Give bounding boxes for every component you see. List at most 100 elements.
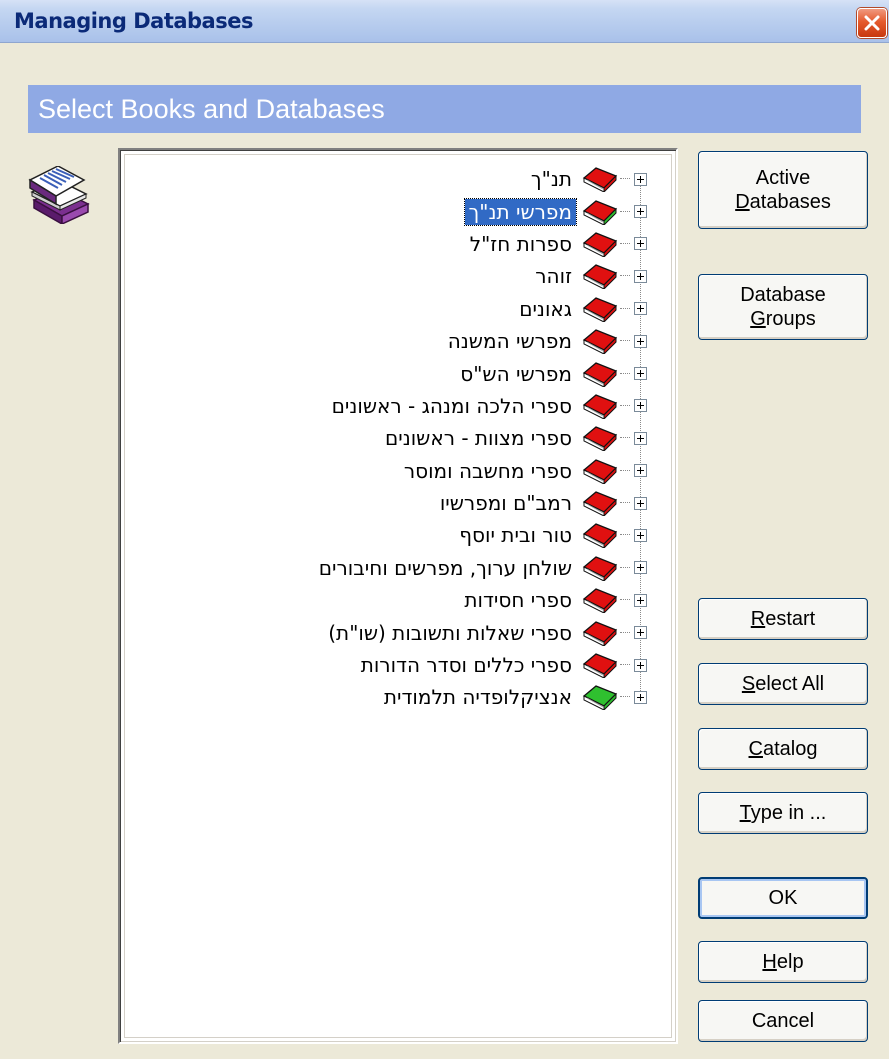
tree-item[interactable]: ספרי מחשבה ומוסר <box>315 455 647 487</box>
expand-plus-icon[interactable] <box>634 593 647 607</box>
tree-item[interactable]: ספרי הלכה ומנהג - ראשונים <box>315 390 647 422</box>
tree-item[interactable]: מפרשי תנ"ך <box>315 195 647 227</box>
tree-item-label: ספרות חז"ל <box>469 231 572 256</box>
database-groups-button[interactable]: Database Groups <box>698 274 868 340</box>
tree-item[interactable]: תנ"ך <box>315 163 647 195</box>
ok-label: OK <box>768 887 798 909</box>
active-databases-button[interactable]: Active Databases <box>698 151 868 229</box>
tree-item-label: ספרי מצוות - ראשונים <box>384 426 572 451</box>
tree-connector <box>620 534 630 536</box>
tree-connector <box>620 275 630 277</box>
expand-plus-icon[interactable] <box>634 464 647 478</box>
tree-connector <box>620 242 630 245</box>
cancel-button[interactable]: Cancel <box>698 1000 868 1042</box>
tree-item[interactable]: גאונים <box>315 293 647 325</box>
tree-item-label: אנציקלופדיה תלמודית <box>383 685 572 710</box>
tree-item[interactable]: ספרות חז"ל <box>315 228 647 260</box>
select-all-button[interactable]: Select All <box>698 663 868 705</box>
tree-item-label: ספרי כללים וסדר הדורות <box>360 653 572 678</box>
tree-connector <box>620 566 630 569</box>
type-in-button[interactable]: Type in ... <box>698 792 868 834</box>
databases-tree[interactable]: תנ"ך מפרשי תנ"ך ספרות חז"ל זוהר גאונים מפרשי … <box>118 148 678 1044</box>
select-all-label: Select All <box>741 673 825 695</box>
tree-item-label: גאונים <box>519 296 572 321</box>
expand-plus-icon[interactable] <box>634 528 647 542</box>
tree-connector <box>620 664 630 666</box>
book-red-icon <box>582 361 618 388</box>
tree-item[interactable]: זוהר <box>315 260 647 292</box>
tree-item-label: מפרשי המשנה <box>447 329 572 354</box>
tree-item[interactable]: מפרשי הש"ס <box>315 357 647 389</box>
section-header: Select Books and Databases <box>28 85 861 133</box>
tree-item[interactable]: שולחן ערוך, מפרשים וחיבורים <box>315 552 647 584</box>
book-red-icon <box>582 425 618 453</box>
book-red-icon <box>582 652 618 680</box>
tree-item-label: מפרשי תנ"ך <box>463 197 578 226</box>
expand-plus-icon[interactable] <box>634 269 647 283</box>
close-button[interactable] <box>857 8 887 38</box>
book-red-icon <box>582 620 618 647</box>
catalog-label: Catalog <box>748 738 818 760</box>
tree-connector <box>620 469 630 472</box>
tree-connector <box>620 372 630 375</box>
book-red-icon <box>582 555 618 583</box>
book-red-icon <box>582 393 618 421</box>
tree-item[interactable]: ספרי כללים וסדר הדורות <box>315 649 647 681</box>
tree-item[interactable]: אנציקלופדיה תלמודית <box>315 681 647 713</box>
tree-item-label: ספרי הלכה ומנהג - ראשונים <box>331 393 572 418</box>
tree-item-label: זוהר <box>535 264 572 289</box>
tree-connector <box>620 502 630 504</box>
book-red-icon <box>582 231 618 259</box>
book-red-icon <box>582 263 618 291</box>
window-title: Managing Databases <box>14 9 253 33</box>
expand-plus-icon[interactable] <box>634 334 647 348</box>
tree-connector <box>620 599 630 601</box>
book-red-icon <box>582 490 618 518</box>
tree-connector <box>620 210 630 213</box>
tree-item[interactable]: ספרי מצוות - ראשונים <box>315 422 647 454</box>
expand-plus-icon[interactable] <box>634 496 647 510</box>
title-bar[interactable]: Managing Databases <box>0 0 889 43</box>
tree-item-label: מפרשי הש"ס <box>460 361 572 386</box>
ok-button[interactable]: OK <box>698 877 868 919</box>
expand-plus-icon[interactable] <box>634 172 647 186</box>
tree-item-label: ספרי מחשבה ומוסר <box>403 458 572 483</box>
tree-item-label: טור ובית יוסף <box>459 523 572 548</box>
book-green-icon <box>582 684 618 712</box>
close-icon <box>864 15 880 31</box>
tree-connector <box>620 696 630 698</box>
expand-plus-icon[interactable] <box>634 561 647 575</box>
books-icon <box>26 165 92 229</box>
active-databases-label-line1: Active <box>755 167 811 189</box>
expand-plus-icon[interactable] <box>634 302 647 316</box>
tree-item-label: תנ"ך <box>530 167 572 192</box>
book-red-icon <box>582 166 618 194</box>
catalog-button[interactable]: Catalog <box>698 728 868 770</box>
expand-plus-icon[interactable] <box>634 658 647 672</box>
help-button[interactable]: Help <box>698 941 868 983</box>
tree-item[interactable]: רמב"ם ומפרשיו <box>315 487 647 519</box>
expand-plus-icon[interactable] <box>634 431 647 445</box>
expand-plus-icon[interactable] <box>634 399 647 413</box>
database-groups-label-line2: Groups <box>750 308 816 330</box>
expand-plus-icon[interactable] <box>634 690 647 704</box>
expand-plus-icon[interactable] <box>634 237 647 251</box>
tree-connector <box>620 631 630 634</box>
tree-connector <box>620 437 630 439</box>
restart-button[interactable]: Restart <box>698 598 868 640</box>
book-red-icon <box>582 296 618 323</box>
tree-item[interactable]: טור ובית יוסף <box>315 519 647 551</box>
expand-plus-icon[interactable] <box>634 626 647 640</box>
expand-plus-icon[interactable] <box>634 205 647 219</box>
tree-item[interactable]: ספרי שאלות ותשובות (שו"ת) <box>315 616 647 648</box>
book-red-icon <box>582 458 618 485</box>
tree-list: תנ"ך מפרשי תנ"ך ספרות חז"ל זוהר גאונים מפרשי … <box>315 163 647 714</box>
tree-item-label: שולחן ערוך, מפרשים וחיבורים <box>318 555 572 580</box>
active-databases-label-line2: Databases <box>735 191 831 213</box>
book-red-green-icon <box>582 199 618 226</box>
tree-item[interactable]: מפרשי המשנה <box>315 325 647 357</box>
expand-plus-icon[interactable] <box>634 367 647 381</box>
tree-item-label: ספרי שאלות ותשובות (שו"ת) <box>328 620 572 645</box>
tree-item[interactable]: ספרי חסידות <box>315 584 647 616</box>
book-red-icon <box>582 328 618 356</box>
